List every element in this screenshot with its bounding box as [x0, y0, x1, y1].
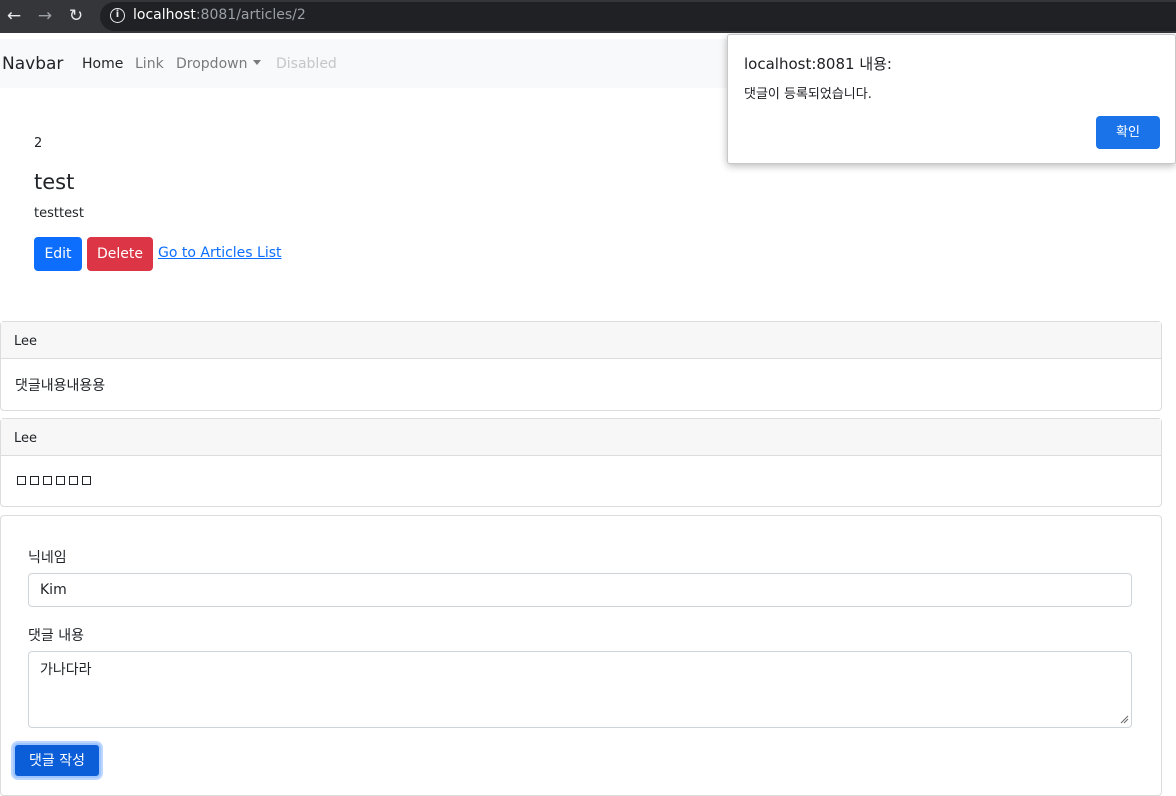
info-icon[interactable]: i — [110, 8, 125, 23]
navbar-brand[interactable]: Navbar — [2, 54, 63, 74]
missing-glyph-box — [69, 476, 78, 485]
nav-dropdown[interactable]: Dropdown — [176, 56, 262, 72]
url-host: localhost — [133, 7, 196, 23]
missing-glyph-box — [82, 476, 91, 485]
articles-list-link[interactable]: Go to Articles List — [158, 245, 282, 261]
dialog-title: localhost:8081 내용: — [744, 55, 892, 73]
address-bar[interactable]: i localhost:8081/articles/2 — [100, 2, 1176, 31]
resize-handle-icon[interactable] — [1119, 714, 1129, 724]
comment-nickname: Lee — [1, 322, 1161, 359]
comment-card: Lee — [0, 418, 1162, 507]
url-path: :8081/articles/2 — [195, 7, 306, 23]
delete-button[interactable]: Delete — [87, 237, 153, 271]
nickname-label: 닉네임 — [28, 550, 67, 566]
missing-glyph-box — [17, 476, 26, 485]
comment-body-label: 댓글 내용 — [28, 628, 84, 644]
dialog-ok-button[interactable]: 확인 — [1096, 116, 1160, 149]
submit-comment-button[interactable]: 댓글 작성 — [13, 743, 101, 778]
comment-body-textarea[interactable]: 가나다라 — [28, 651, 1132, 728]
nav-disabled: Disabled — [276, 56, 337, 72]
dialog-message: 댓글이 등록되었습니다. — [744, 87, 872, 102]
nickname-input[interactable] — [28, 573, 1132, 607]
comment-body — [1, 456, 1161, 504]
article-title: test — [34, 170, 75, 194]
arrow-right-icon[interactable]: → — [35, 6, 55, 26]
comment-card: Lee 댓글내용내용용 — [0, 321, 1162, 411]
nav-dropdown-label: Dropdown — [176, 56, 248, 72]
reload-icon[interactable]: ↻ — [66, 6, 86, 26]
nav-link[interactable]: Link — [135, 56, 164, 72]
url-text[interactable]: localhost:8081/articles/2 — [133, 7, 306, 23]
comment-nickname: Lee — [1, 419, 1161, 456]
arrow-left-icon[interactable]: ← — [4, 6, 24, 26]
caret-down-icon — [253, 60, 262, 65]
missing-glyph-box — [43, 476, 52, 485]
alert-dialog: localhost:8081 내용: 댓글이 등록되었습니다. 확인 — [727, 34, 1176, 164]
article-id: 2 — [34, 136, 43, 151]
browser-toolbar: ← → ↻ i localhost:8081/articles/2 — [0, 0, 1176, 33]
comment-body: 댓글내용내용용 — [15, 378, 106, 394]
missing-glyph-box — [56, 476, 65, 485]
edit-button[interactable]: Edit — [34, 237, 82, 271]
missing-glyph-box — [30, 476, 39, 485]
nav-home[interactable]: Home — [82, 56, 123, 72]
article-content: testtest — [34, 206, 84, 221]
